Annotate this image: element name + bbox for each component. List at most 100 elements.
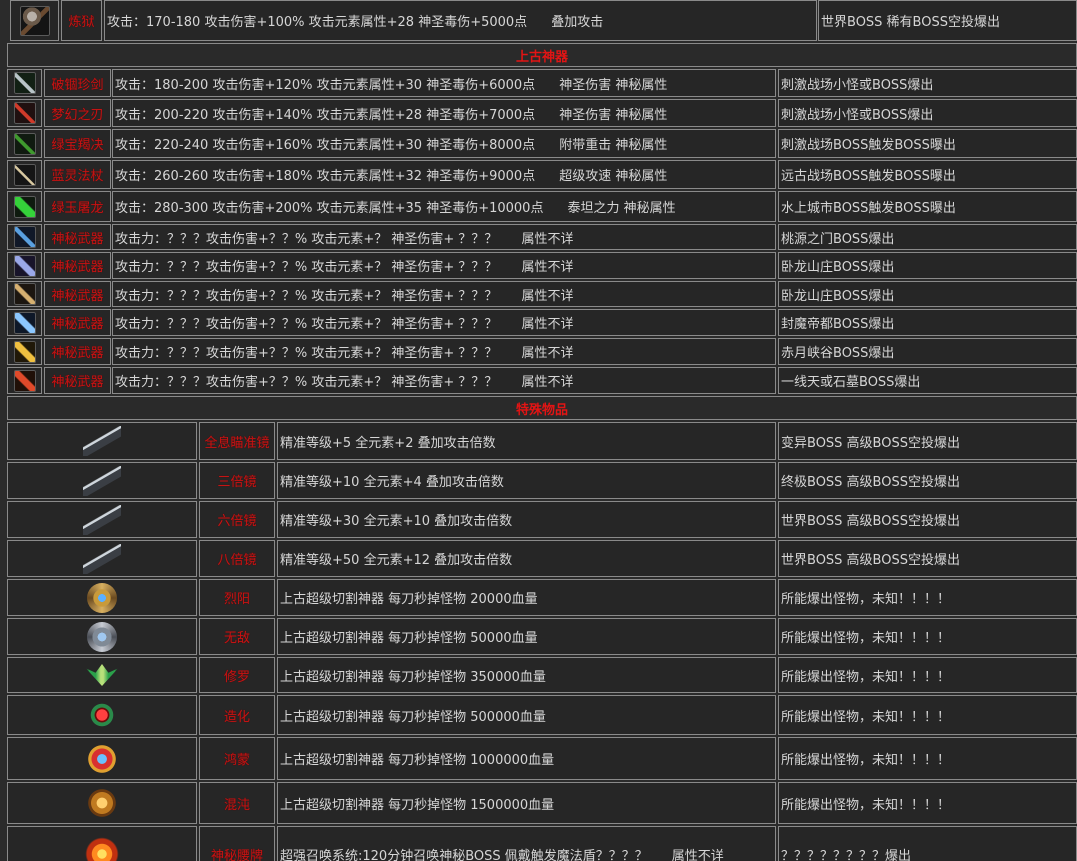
icon-cell bbox=[7, 160, 42, 189]
table-row: 修罗 上古超级切割神器 每刀秒掉怪物 350000血量 所能爆出怪物，未知！！！… bbox=[0, 657, 1077, 693]
item-name: 绿玉屠龙 bbox=[44, 191, 111, 222]
silver-badge-icon bbox=[87, 621, 117, 652]
scope-icon bbox=[83, 465, 121, 496]
scope-icon bbox=[83, 504, 121, 535]
item-name: 八倍镜 bbox=[199, 540, 275, 577]
icon-cell bbox=[7, 367, 42, 394]
drop-source: 世界BOSS 高级BOSS空投爆出 bbox=[778, 540, 1077, 577]
item-name: 六倍镜 bbox=[199, 501, 275, 538]
mystic-weapon-icon bbox=[13, 340, 36, 363]
drop-source: 刺激战场小怪或BOSS爆出 bbox=[778, 99, 1077, 127]
item-attributes: 上古超级切割神器 每刀秒掉怪物 1500000血量 bbox=[277, 782, 776, 824]
item-name: 蓝灵法杖 bbox=[44, 160, 111, 189]
gold-emblem-icon bbox=[85, 787, 119, 819]
table-row: 破锢珍剑 攻击：180-200 攻击伤害+120% 攻击元素属性+30 神圣毒伤… bbox=[0, 69, 1077, 97]
table-row: 无敌 上古超级切割神器 每刀秒掉怪物 50000血量 所能爆出怪物，未知！！！！ bbox=[0, 618, 1077, 655]
drop-source: 封魔帝都BOSS爆出 bbox=[778, 309, 1077, 336]
drop-source: 刺激战场BOSS触发BOSS曝出 bbox=[778, 129, 1077, 158]
drop-source: 赤月峡谷BOSS爆出 bbox=[778, 338, 1077, 365]
item-name: 梦幻之刃 bbox=[44, 99, 111, 127]
icon-cell bbox=[7, 422, 197, 460]
table-row: 混沌 上古超级切割神器 每刀秒掉怪物 1500000血量 所能爆出怪物，未知！！… bbox=[0, 782, 1077, 824]
item-name: 神秘武器 bbox=[44, 309, 111, 336]
table-row: 鸿蒙 上古超级切割神器 每刀秒掉怪物 1000000血量 所能爆出怪物，未知！！… bbox=[0, 737, 1077, 780]
icon-cell bbox=[7, 252, 42, 279]
item-name: 无敌 bbox=[199, 618, 275, 655]
item-name: 全息瞄准镜 bbox=[199, 422, 275, 460]
drop-source: 所能爆出怪物，未知！！！！ bbox=[778, 695, 1077, 735]
icon-cell bbox=[7, 462, 197, 499]
item-attributes: 攻击力：？？？攻击伤害+？？% 攻击元素+？ 神圣伤害+ ？？？ 属性不详 bbox=[112, 252, 776, 279]
item-name: 混沌 bbox=[199, 782, 275, 824]
item-attributes: 攻击：170-180 攻击伤害+100% 攻击元素属性+28 神圣毒伤+5000… bbox=[104, 0, 817, 41]
item-name: 破锢珍剑 bbox=[44, 69, 111, 97]
drop-source: 卧龙山庄BOSS爆出 bbox=[778, 252, 1077, 279]
drop-source: 终极BOSS 高级BOSS空投爆出 bbox=[778, 462, 1077, 499]
drop-source: 卧龙山庄BOSS爆出 bbox=[778, 281, 1077, 307]
table-row: 八倍镜 精准等级+50 全元素+12 叠加攻击倍数 世界BOSS 高级BOSS空… bbox=[0, 540, 1077, 577]
item-attributes: 精准等级+30 全元素+10 叠加攻击倍数 bbox=[277, 501, 776, 538]
item-attributes: 上古超级切割神器 每刀秒掉怪物 500000血量 bbox=[277, 695, 776, 735]
item-name: 绿宝羯决 bbox=[44, 129, 111, 158]
table-row: 绿宝羯决 攻击：220-240 攻击伤害+160% 攻击元素属性+30 神圣毒伤… bbox=[0, 129, 1077, 158]
red-sword-icon bbox=[13, 102, 36, 124]
item-attributes: 攻击：260-260 攻击伤害+180% 攻击元素属性+32 神圣毒伤+9000… bbox=[112, 160, 776, 189]
scope-icon bbox=[83, 543, 121, 574]
mystic-weapon-icon bbox=[13, 311, 36, 334]
green-wings-icon bbox=[86, 664, 118, 686]
icon-cell bbox=[7, 69, 42, 97]
table-row: 神秘武器 攻击力：？？？攻击伤害+？？% 攻击元素+？ 神圣伤害+ ？？？ 属性不… bbox=[0, 224, 1077, 250]
item-attributes: 精准等级+50 全元素+12 叠加攻击倍数 bbox=[277, 540, 776, 577]
icon-cell bbox=[7, 657, 197, 693]
green-sword-icon bbox=[13, 132, 36, 155]
icon-cell bbox=[7, 782, 197, 824]
table-row: 神秘武器 攻击力：？？？攻击伤害+？？% 攻击元素+？ 神圣伤害+ ？？？ 属性不… bbox=[0, 309, 1077, 336]
red-gem-icon bbox=[87, 700, 117, 730]
drop-source: 世界BOSS 高级BOSS空投爆出 bbox=[778, 501, 1077, 538]
item-name: 造化 bbox=[199, 695, 275, 735]
battle-axe-icon bbox=[19, 5, 50, 36]
item-name: 神秘武器 bbox=[44, 338, 111, 365]
item-attributes: 攻击：280-300 攻击伤害+200% 攻击元素属性+35 神圣毒伤+1000… bbox=[112, 191, 776, 222]
table-row: 六倍镜 精准等级+30 全元素+10 叠加攻击倍数 世界BOSS 高级BOSS空… bbox=[0, 501, 1077, 538]
table-row: 神秘武器 攻击力：？？？攻击伤害+？？% 攻击元素+？ 神圣伤害+ ？？？ 属性不… bbox=[0, 281, 1077, 307]
icon-cell bbox=[7, 309, 42, 336]
item-attributes: 超强召唤系统:120分钟召唤神秘BOSS 佩戴触发魔法盾？？？？ 属性不详 bbox=[277, 826, 776, 861]
icon-cell bbox=[10, 0, 59, 41]
item-name: 神秘武器 bbox=[44, 281, 111, 307]
section-title: 上古神器 bbox=[7, 43, 1077, 67]
icon-cell bbox=[7, 191, 42, 222]
mystic-weapon-icon bbox=[13, 369, 36, 392]
item-name: 神秘武器 bbox=[44, 224, 111, 250]
item-attributes: 攻击：180-200 攻击伤害+120% 攻击元素属性+30 神圣毒伤+6000… bbox=[112, 69, 776, 97]
item-attributes: 上古超级切割神器 每刀秒掉怪物 350000血量 bbox=[277, 657, 776, 693]
drop-source: 桃源之门BOSS爆出 bbox=[778, 224, 1077, 250]
icon-cell bbox=[7, 618, 197, 655]
icon-cell bbox=[7, 540, 197, 577]
table-row: 烈阳 上古超级切割神器 每刀秒掉怪物 20000血量 所能爆出怪物，未知！！！！ bbox=[0, 579, 1077, 616]
table-row: 神秘腰牌 超强召唤系统:120分钟召唤神秘BOSS 佩戴触发魔法盾？？？？ 属性不… bbox=[0, 826, 1077, 861]
item-name: 修罗 bbox=[199, 657, 275, 693]
icon-cell bbox=[7, 737, 197, 780]
table-row: 神秘武器 攻击力：？？？攻击伤害+？？% 攻击元素+？ 神圣伤害+ ？？？ 属性不… bbox=[0, 252, 1077, 279]
section-title: 特殊物品 bbox=[7, 396, 1077, 420]
item-attributes: 精准等级+10 全元素+4 叠加攻击倍数 bbox=[277, 462, 776, 499]
drop-source: 所能爆出怪物，未知！！！！ bbox=[778, 618, 1077, 655]
table-row: 全息瞄准镜 精准等级+5 全元素+2 叠加攻击倍数 变异BOSS 高级BOSS空… bbox=[0, 422, 1077, 460]
icon-cell bbox=[7, 129, 42, 158]
sword-icon bbox=[13, 72, 36, 94]
drop-source: 刺激战场小怪或BOSS爆出 bbox=[778, 69, 1077, 97]
item-attributes: 攻击力：？？？攻击伤害+？？% 攻击元素+？ 神圣伤害+ ？？？ 属性不详 bbox=[112, 309, 776, 336]
item-name: 烈阳 bbox=[199, 579, 275, 616]
table-row: 神秘武器 攻击力：？？？攻击伤害+？？% 攻击元素+？ 神圣伤害+ ？？？ 属性不… bbox=[0, 338, 1077, 365]
item-name: 炼狱 bbox=[61, 0, 102, 41]
jade-blade-icon bbox=[13, 195, 36, 218]
item-attributes: 上古超级切割神器 每刀秒掉怪物 20000血量 bbox=[277, 579, 776, 616]
item-name: 三倍镜 bbox=[199, 462, 275, 499]
item-table: 炼狱 攻击：170-180 攻击伤害+100% 攻击元素属性+28 神圣毒伤+5… bbox=[0, 0, 1077, 861]
drop-source: 变异BOSS 高级BOSS空投爆出 bbox=[778, 422, 1077, 460]
icon-cell bbox=[7, 501, 197, 538]
icon-cell bbox=[7, 826, 197, 861]
winged-emblem-icon bbox=[85, 742, 119, 775]
icon-cell bbox=[7, 579, 197, 616]
